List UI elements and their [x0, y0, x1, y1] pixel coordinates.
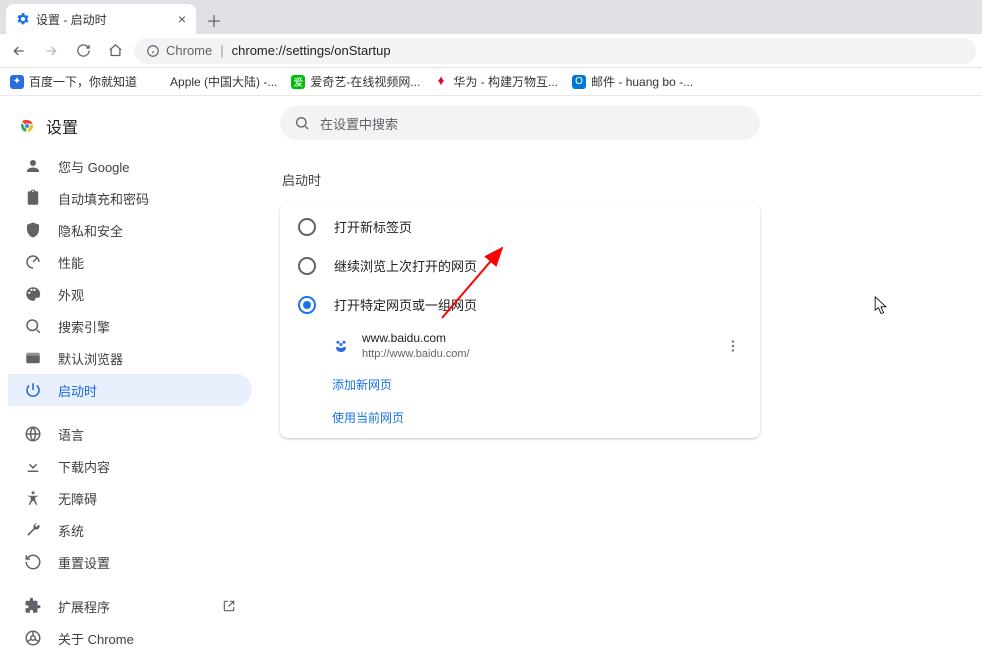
chrome-logo-icon [18, 117, 36, 135]
sidebar-item-appearance[interactable]: 外观 [8, 278, 252, 310]
paw-icon: ✦ [10, 75, 24, 89]
startup-card: 打开新标签页 继续浏览上次打开的网页 打开特定网页或一组网页 www.baidu… [280, 203, 760, 438]
bookmark-item[interactable]: 爱爱奇艺-在线视频网... [291, 73, 420, 90]
iqiyi-icon: 爱 [291, 75, 305, 89]
sidebar-item-autofill[interactable]: 自动填充和密码 [8, 182, 252, 214]
sidebar-item-performance[interactable]: 性能 [8, 246, 252, 278]
forward-button[interactable] [38, 38, 64, 64]
radio-icon [298, 257, 316, 275]
clipboard-icon [24, 189, 42, 207]
radio-new-tab[interactable]: 打开新标签页 [280, 207, 760, 246]
sidebar-item-system[interactable]: 系统 [8, 514, 252, 546]
search-placeholder: 在设置中搜索 [320, 114, 398, 133]
baidu-icon [332, 337, 350, 355]
accessibility-icon [24, 489, 42, 507]
section-title: 启动时 [282, 170, 962, 189]
settings-search[interactable]: 在设置中搜索 [280, 106, 760, 140]
sidebar-item-default-browser[interactable]: 默认浏览器 [8, 342, 252, 374]
address-bar: Chrome | chrome://settings/onStartup [0, 34, 982, 68]
wrench-icon [24, 521, 42, 539]
more-icon[interactable] [724, 337, 742, 355]
back-button[interactable] [6, 38, 32, 64]
bookmark-item[interactable]: O邮件 - huang bo -... [572, 73, 693, 90]
new-tab-button[interactable]: ＋ [200, 6, 228, 34]
shield-icon [24, 221, 42, 239]
speedometer-icon [24, 253, 42, 271]
palette-icon [24, 285, 42, 303]
settings-page: 设置 您与 Google 自动填充和密码 隐私和安全 性能 外观 搜索引擎 默认… [0, 96, 982, 597]
startup-page-entry[interactable]: www.baidu.com http://www.baidu.com/ [280, 324, 760, 368]
radio-specific-pages[interactable]: 打开特定网页或一组网页 [280, 285, 760, 324]
reset-icon [24, 553, 42, 571]
url-scheme: Chrome [166, 43, 212, 58]
settings-main: 在设置中搜索 启动时 打开新标签页 继续浏览上次打开的网页 打开特定网页或一组网… [260, 96, 982, 597]
add-page-link[interactable]: 添加新网页 [280, 368, 760, 401]
settings-header: 设置 [0, 106, 260, 150]
bookmarks-bar: ✦百度一下，你就知道 Apple (中国大陆) -... 爱爱奇艺-在线视频网.… [0, 68, 982, 96]
url-separator: | [220, 43, 223, 58]
sidebar-item-languages[interactable]: 语言 [8, 418, 252, 450]
bookmark-item[interactable]: ✦百度一下，你就知道 [10, 73, 137, 90]
sidebar-item-extensions[interactable]: 扩展程序 [8, 590, 252, 622]
browser-icon [24, 349, 42, 367]
startup-page-text: www.baidu.com http://www.baidu.com/ [362, 330, 712, 362]
settings-title: 设置 [46, 114, 78, 138]
bookmark-item[interactable]: 华为 - 构建万物互... [434, 73, 558, 90]
person-icon [24, 157, 42, 175]
search-icon [24, 317, 42, 335]
reload-button[interactable] [70, 38, 96, 64]
url-text: chrome://settings/onStartup [232, 43, 391, 58]
external-link-icon [222, 599, 236, 613]
radio-continue[interactable]: 继续浏览上次打开的网页 [280, 246, 760, 285]
power-icon [24, 381, 42, 399]
home-button[interactable] [102, 38, 128, 64]
bookmark-item[interactable]: Apple (中国大陆) -... [151, 73, 277, 90]
browser-tab[interactable]: 设置 - 启动时 × [6, 4, 196, 34]
huawei-icon [434, 75, 448, 89]
tab-title: 设置 - 启动时 [36, 11, 172, 28]
sidebar-item-onstartup[interactable]: 启动时 [8, 374, 252, 406]
sidebar-item-accessibility[interactable]: 无障碍 [8, 482, 252, 514]
sidebar-item-privacy[interactable]: 隐私和安全 [8, 214, 252, 246]
outlook-icon: O [572, 75, 586, 89]
sidebar-item-reset[interactable]: 重置设置 [8, 546, 252, 578]
info-icon [146, 44, 160, 58]
tab-strip: 设置 - 启动时 × ＋ [0, 0, 982, 34]
radio-icon [298, 218, 316, 236]
close-icon[interactable]: × [178, 11, 186, 27]
sidebar-item-you-google[interactable]: 您与 Google [8, 150, 252, 182]
chrome-icon [24, 629, 42, 647]
search-icon [294, 115, 310, 131]
settings-sidebar: 设置 您与 Google 自动填充和密码 隐私和安全 性能 外观 搜索引擎 默认… [0, 96, 260, 597]
extension-icon [24, 597, 42, 615]
sidebar-item-search[interactable]: 搜索引擎 [8, 310, 252, 342]
sidebar-item-about[interactable]: 关于 Chrome [8, 622, 252, 654]
radio-icon [298, 296, 316, 314]
use-current-link[interactable]: 使用当前网页 [280, 401, 760, 434]
gear-icon [16, 12, 30, 26]
globe-icon [24, 425, 42, 443]
apple-icon [151, 75, 165, 89]
omnibox[interactable]: Chrome | chrome://settings/onStartup [134, 38, 976, 64]
download-icon [24, 457, 42, 475]
sidebar-item-downloads[interactable]: 下载内容 [8, 450, 252, 482]
